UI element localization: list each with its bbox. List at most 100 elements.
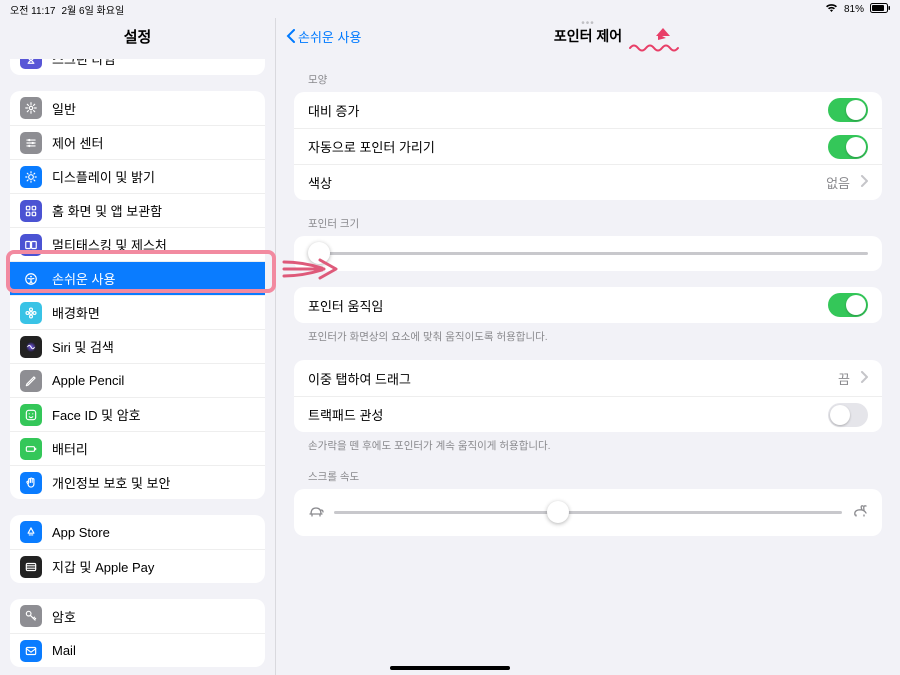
sidebar-title: 설정 xyxy=(0,18,275,59)
sidebar-item-label: 일반 xyxy=(52,99,255,118)
sidebar-item-label: 지갑 및 Apple Pay xyxy=(52,557,255,576)
sidebar-item-label: Siri 및 검색 xyxy=(52,337,255,356)
sidebar-item-wallet[interactable]: 지갑 및 Apple Pay xyxy=(10,549,265,583)
pointer-movement-group: 포인터 움직임 xyxy=(294,287,882,323)
toggle-autohide[interactable] xyxy=(828,135,868,159)
sidebar-item-gear[interactable]: 일반 xyxy=(10,91,265,125)
sidebar-item-grid[interactable]: 홈 화면 및 앱 보관함 xyxy=(10,193,265,227)
battery-percent: 81% xyxy=(844,4,864,15)
sidebar-item-siri[interactable]: Siri 및 검색 xyxy=(10,329,265,363)
sidebar-item-key[interactable]: 암호 xyxy=(10,599,265,633)
status-bar: 오전 11:17 2월 6일 화요일 81% xyxy=(0,0,900,18)
sidebar-item-label: 손쉬운 사용 xyxy=(52,269,255,288)
sliders-icon xyxy=(20,132,42,154)
trackpad-group: 이중 탭하여 드래그 끔 트랙패드 관성 xyxy=(294,360,882,432)
grid-icon xyxy=(20,200,42,222)
sidebar-item-hand[interactable]: 개인정보 보호 및 보안 xyxy=(10,465,265,499)
detail-scroller[interactable]: 모양 대비 증가 자동으로 포인터 가리기 색상 없음 xyxy=(276,56,900,675)
row-doubletap-value: 끔 xyxy=(838,369,850,388)
battery-icon xyxy=(870,3,890,16)
wifi-icon xyxy=(825,3,838,16)
hourglass-icon xyxy=(20,59,42,69)
sidebar-item-label: 개인정보 보호 및 보안 xyxy=(52,473,255,492)
row-inertia[interactable]: 트랙패드 관성 xyxy=(294,396,882,432)
appstore-icon xyxy=(20,521,42,543)
sidebar-item-sliders[interactable]: 제어 센터 xyxy=(10,125,265,159)
sidebar-item-appstore[interactable]: App Store xyxy=(10,515,265,549)
slider-thumb[interactable] xyxy=(308,242,330,264)
rectangles-icon xyxy=(20,234,42,256)
sidebar-item-label: Apple Pencil xyxy=(52,373,255,388)
row-doubletap[interactable]: 이중 탭하여 드래그 끔 xyxy=(294,360,882,396)
sidebar-item-face[interactable]: Face ID 및 암호 xyxy=(10,397,265,431)
sidebar-item-hourglass[interactable]: 스크린 타임 xyxy=(10,59,265,75)
sidebar-item-label: 배경화면 xyxy=(52,303,255,322)
sidebar-item-battery[interactable]: 배터리 xyxy=(10,431,265,465)
gear-icon xyxy=(20,97,42,119)
flower-icon xyxy=(20,302,42,324)
scroll-speed-slider-box xyxy=(294,489,882,536)
section-pointersize-label: 포인터 크기 xyxy=(294,200,882,236)
section-appearance-label: 모양 xyxy=(294,56,882,92)
appearance-group: 대비 증가 자동으로 포인터 가리기 색상 없음 xyxy=(294,92,882,200)
row-autohide[interactable]: 자동으로 포인터 가리기 xyxy=(294,128,882,164)
scroll-speed-slider[interactable] xyxy=(334,511,842,514)
toggle-inertia[interactable] xyxy=(828,403,868,427)
sidebar-item-mail[interactable]: Mail xyxy=(10,633,265,667)
section-scrollspeed-label: 스크롤 속도 xyxy=(294,453,882,489)
sidebar-item-label: 암호 xyxy=(52,607,255,626)
mail-icon xyxy=(20,640,42,662)
row-color[interactable]: 색상 없음 xyxy=(294,164,882,200)
face-icon xyxy=(20,404,42,426)
sidebar-item-label: 제어 센터 xyxy=(52,133,255,152)
toggle-contrast[interactable] xyxy=(828,98,868,122)
battery-icon xyxy=(20,438,42,460)
footnote-inertia: 손가락을 뗀 후에도 포인터가 계속 움직이게 허용합니다. xyxy=(294,432,882,453)
row-autohide-label: 자동으로 포인터 가리기 xyxy=(308,137,818,156)
status-date: 2월 6일 화요일 xyxy=(61,2,124,17)
pointer-size-slider[interactable] xyxy=(308,252,868,255)
footnote-animation: 포인터가 화면상의 요소에 맞춰 움직이도록 허용합니다. xyxy=(294,323,882,344)
detail-pane: ••• 손쉬운 사용 포인터 제어 모양 대비 증가 xyxy=(276,18,900,675)
page-title: 포인터 제어 xyxy=(554,26,622,46)
row-doubletap-label: 이중 탭하여 드래그 xyxy=(308,369,828,388)
annotation-squiggle xyxy=(628,26,698,57)
row-contrast[interactable]: 대비 증가 xyxy=(294,92,882,128)
sidebar-item-label: 스크린 타임 xyxy=(52,59,255,68)
sidebar-item-pencil[interactable]: Apple Pencil xyxy=(10,363,265,397)
pointer-size-slider-box xyxy=(294,236,882,271)
back-label: 손쉬운 사용 xyxy=(298,27,361,46)
chevron-right-icon xyxy=(860,371,868,386)
sidebar-item-label: Mail xyxy=(52,643,255,658)
row-animation[interactable]: 포인터 움직임 xyxy=(294,287,882,323)
sidebar-item-label: 디스플레이 및 밝기 xyxy=(52,167,255,186)
sidebar-item-label: 멀티태스킹 및 제스처 xyxy=(52,235,255,254)
siri-icon xyxy=(20,336,42,358)
sidebar-item-sun[interactable]: 디스플레이 및 밝기 xyxy=(10,159,265,193)
sidebar-item-accessibility[interactable]: 손쉬운 사용 xyxy=(10,261,265,295)
sidebar-scroller[interactable]: 스크린 타임일반제어 센터디스플레이 및 밝기홈 화면 및 앱 보관함멀티태스킹… xyxy=(0,59,275,675)
sidebar-item-flower[interactable]: 배경화면 xyxy=(10,295,265,329)
wallet-icon xyxy=(20,556,42,578)
toggle-animation[interactable] xyxy=(828,293,868,317)
accessibility-icon xyxy=(20,268,42,290)
row-inertia-label: 트랙패드 관성 xyxy=(308,405,818,424)
row-animation-label: 포인터 움직임 xyxy=(308,296,818,315)
chevron-left-icon xyxy=(286,29,296,43)
hand-icon xyxy=(20,472,42,494)
settings-sidebar: 설정 스크린 타임일반제어 센터디스플레이 및 밝기홈 화면 및 앱 보관함멀티… xyxy=(0,18,276,675)
key-icon xyxy=(20,605,42,627)
row-color-label: 색상 xyxy=(308,173,816,192)
sidebar-item-label: Face ID 및 암호 xyxy=(52,405,255,424)
row-color-value: 없음 xyxy=(826,173,850,192)
sidebar-item-label: 홈 화면 및 앱 보관함 xyxy=(52,201,255,220)
sidebar-item-rectangles[interactable]: 멀티태스킹 및 제스처 xyxy=(10,227,265,261)
back-button[interactable]: 손쉬운 사용 xyxy=(286,27,361,46)
sidebar-item-label: App Store xyxy=(52,525,255,540)
slider-thumb[interactable] xyxy=(547,501,569,523)
chevron-right-icon xyxy=(860,175,868,190)
sidebar-item-label: 배터리 xyxy=(52,439,255,458)
row-contrast-label: 대비 증가 xyxy=(308,101,818,120)
home-indicator[interactable] xyxy=(390,666,510,670)
sun-icon xyxy=(20,166,42,188)
